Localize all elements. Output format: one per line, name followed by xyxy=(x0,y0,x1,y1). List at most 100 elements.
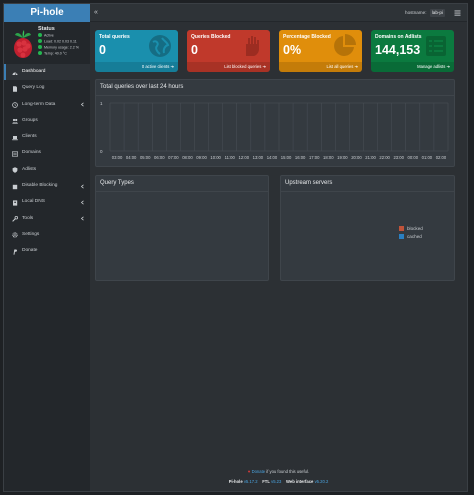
legend-swatch xyxy=(399,233,404,239)
arrow-circle-right-icon: ➔ xyxy=(354,64,358,69)
all-queries-link[interactable]: List all queries ➔ xyxy=(279,62,362,72)
chart-x-tick-label: 02:00 xyxy=(436,155,447,160)
status-dot-icon xyxy=(38,45,42,50)
chart-y-tick-label: 0 xyxy=(100,149,103,154)
sidebar-item-long-term-data[interactable]: Long-term Data xyxy=(4,97,90,113)
sidebar-item-label: Dashboard xyxy=(22,69,46,74)
panel-divider xyxy=(96,191,268,192)
sidebar-item-label: Query Log xyxy=(22,85,45,91)
shield-icon xyxy=(12,167,18,174)
sidebar-item-adlists[interactable]: Adlists xyxy=(4,162,90,178)
chart-x-tick-label: 04:00 xyxy=(126,155,137,160)
chevron-left-icon xyxy=(80,102,84,107)
legend-item-blocked[interactable]: blocked xyxy=(399,225,423,233)
active-clients-link[interactable]: 0 active clients ➔ xyxy=(95,62,178,72)
page-footer: ♥ Donate if you found this useful. Pi-ho… xyxy=(90,462,467,491)
sidebar-item-local-dns[interactable]: Local DNS xyxy=(4,194,90,210)
sidebar-item-donate[interactable]: Donate xyxy=(4,243,90,259)
queries-blocked-box: Queries Blocked 0 List blocked queries ➔ xyxy=(187,30,270,72)
chart-x-tick-label: 18:00 xyxy=(323,155,334,160)
sidebar-item-domains[interactable]: Domains xyxy=(4,145,90,161)
sidebar-item-label: Disable Blocking xyxy=(22,183,58,189)
history-icon xyxy=(12,102,18,108)
legend-item-cached[interactable]: cached xyxy=(399,233,423,241)
box-value: 144,153 xyxy=(375,43,421,57)
sidebar-item-clients[interactable]: Clients xyxy=(4,129,90,145)
gear-icon xyxy=(12,232,18,239)
donate-text: if you found this useful. xyxy=(265,469,310,474)
chart-x-tick-label: 01:00 xyxy=(422,155,433,160)
sidebar-item-label: Local DNS xyxy=(22,199,45,205)
chevron-left-icon xyxy=(80,216,84,221)
box-title: Domains on Adlists xyxy=(375,34,422,40)
hostname-value: lab-pi xyxy=(429,9,445,17)
ftl-version-label: FTL xyxy=(262,479,270,484)
arrow-circle-right-icon: ➔ xyxy=(446,64,450,69)
chart-x-tick-label: 09:00 xyxy=(196,155,207,160)
raspberry-logo-icon xyxy=(14,30,32,58)
sidebar-item-tools[interactable]: Tools xyxy=(4,211,90,227)
panel-title: Query Types xyxy=(100,180,134,186)
web-version-label: Web interface xyxy=(286,479,314,484)
sidebar-item-disable-blocking[interactable]: Disable Blocking xyxy=(4,178,90,194)
menu-icon[interactable] xyxy=(454,9,461,17)
collapse-sidebar-icon[interactable]: « xyxy=(94,9,103,17)
pihole-version-link[interactable]: v5.17.2 xyxy=(244,479,258,484)
ftl-version-link[interactable]: v5.23 xyxy=(271,479,281,484)
chart-x-tick-label: 20:00 xyxy=(351,155,362,160)
sidebar-item-label: Adlists xyxy=(22,166,37,172)
percentage-blocked-box: Percentage Blocked 0% List all queries ➔ xyxy=(279,30,362,72)
donate-link[interactable]: Donate xyxy=(252,469,266,474)
queries-chart: 1 0 03:00 04:00 05:00 06:00 07:00 08:00 09:00 10:… xyxy=(100,101,449,160)
chart-x-tick-label: 17:00 xyxy=(309,155,320,160)
sidebar: Pi-hole Status Active Load: 0.02 0.03 0.… xyxy=(4,4,90,491)
box-title: Total queries xyxy=(99,34,130,40)
arrow-circle-right-icon: ➔ xyxy=(262,64,266,69)
app-logo[interactable]: Pi-hole xyxy=(4,4,90,22)
main-content: Total queries 0 0 active clients ➔ Queri… xyxy=(90,22,467,462)
sidebar-item-query-log[interactable]: Query Log xyxy=(4,80,90,96)
total-queries-box: Total queries 0 0 active clients ➔ xyxy=(95,30,178,72)
heart-icon: ♥ xyxy=(247,469,251,474)
globe-icon xyxy=(149,35,171,57)
sidebar-item-label: Tools xyxy=(22,215,34,221)
sidebar-item-groups[interactable]: Groups xyxy=(4,113,90,129)
queries-over-time-panel: Total queries over last 24 hours 1 0 03:00… xyxy=(95,79,455,167)
chart-x-tick-label: 10:00 xyxy=(210,155,221,160)
pie-chart-icon xyxy=(334,34,356,56)
chart-x-tick-label: 00:00 xyxy=(408,155,419,160)
chevron-left-icon xyxy=(80,200,84,205)
list-alt-icon xyxy=(426,36,446,56)
users-icon xyxy=(12,119,18,124)
web-version-link[interactable]: v5.20.2 xyxy=(315,479,329,484)
chart-x-tick-label: 08:00 xyxy=(182,155,193,160)
upstream-servers-panel: Upstream servers blocked cached xyxy=(280,175,455,281)
upstream-legend: blocked cached xyxy=(399,225,423,241)
status-dot-icon xyxy=(38,33,42,37)
version-line: Pi-hole v5.17.2 FTL v5.23 Web interface … xyxy=(90,479,467,484)
arrow-circle-right-icon: ➔ xyxy=(170,64,174,69)
sidebar-item-label: Settings xyxy=(22,231,40,237)
sidebar-item-dashboard[interactable]: Dashboard xyxy=(4,64,90,81)
status-temp: Temp: 40.0 °C xyxy=(38,51,90,57)
chart-x-tick-label: 03:00 xyxy=(112,155,123,160)
manage-adlists-link[interactable]: Manage adlists ➔ xyxy=(371,62,454,72)
chart-x-tick-label: 15:00 xyxy=(281,155,292,160)
chart-x-tick-label: 13:00 xyxy=(253,155,264,160)
sidebar-item-label: Donate xyxy=(22,248,38,254)
hand-stop-icon xyxy=(246,36,259,56)
chart-x-tick-label: 23:00 xyxy=(393,155,404,160)
legend-swatch xyxy=(399,225,404,231)
status-panel: Status Active Load: 0.02 0.03 0.11 Memor… xyxy=(4,22,90,62)
chart-x-tick-label: 22:00 xyxy=(379,155,390,160)
dashboard-icon xyxy=(12,72,18,75)
panel-divider xyxy=(281,191,454,192)
panel-title: Total queries over last 24 hours xyxy=(100,84,184,90)
box-value: 0% xyxy=(283,43,302,57)
file-icon xyxy=(13,86,17,92)
sidebar-item-label: Long-term Data xyxy=(22,101,56,107)
sidebar-item-settings[interactable]: Settings xyxy=(4,227,90,243)
blocked-queries-link[interactable]: List blocked queries ➔ xyxy=(187,62,270,72)
topbar: « hostname: lab-pi xyxy=(90,4,467,22)
box-value: 0 xyxy=(99,43,106,57)
